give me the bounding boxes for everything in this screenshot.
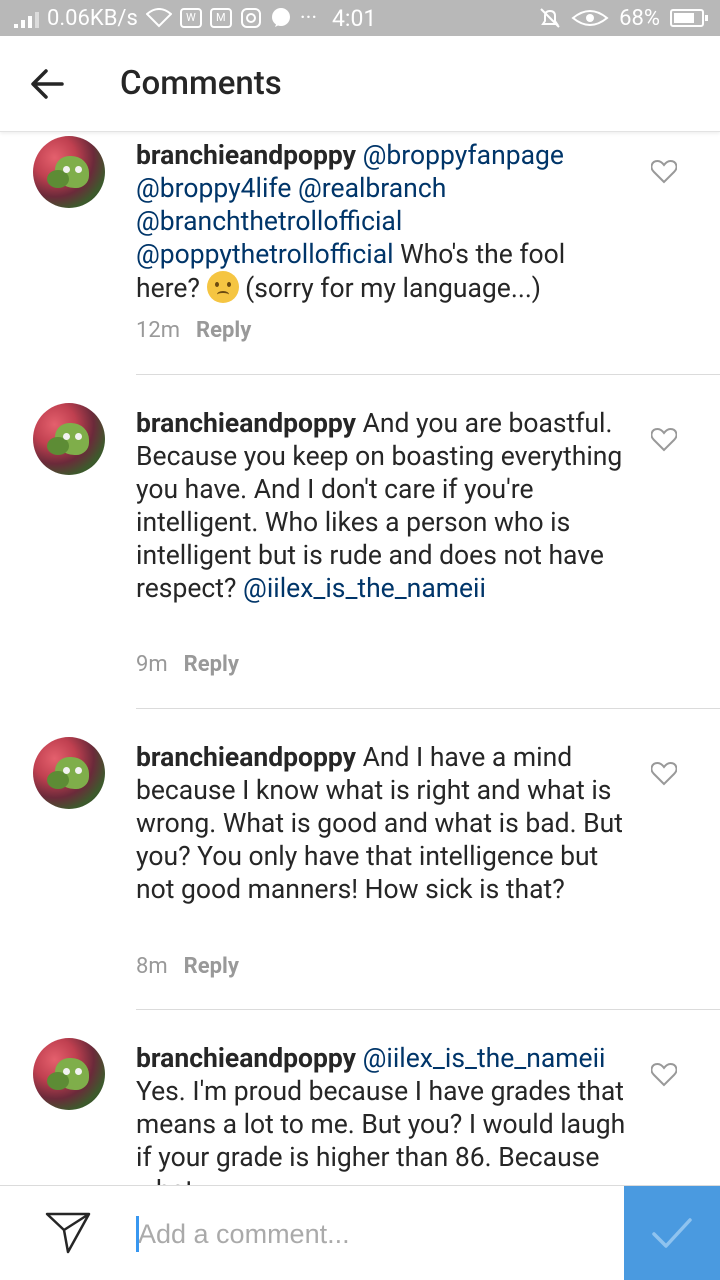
wifi-icon	[145, 8, 172, 28]
like-heart-icon[interactable]	[651, 160, 677, 184]
comment-timestamp: 12m	[136, 318, 181, 343]
comment-body-text	[356, 1043, 363, 1074]
comment-body-text	[356, 140, 363, 171]
comment-list[interactable]: branchieandpoppy @broppyfanpage @broppy4…	[0, 133, 720, 1185]
comment-text: branchieandpoppy And you are boastful. B…	[136, 407, 626, 605]
status-right: 68%	[539, 0, 708, 36]
signal-icon	[14, 8, 39, 28]
like-heart-icon[interactable]	[651, 428, 677, 452]
comment-item: branchieandpoppy @iilex_is_the_nameii Ye…	[0, 1010, 720, 1185]
mention-link[interactable]: @broppy4life	[136, 173, 291, 204]
comment-username[interactable]: branchieandpoppy	[136, 140, 356, 171]
avatar[interactable]	[33, 403, 105, 475]
comment-username[interactable]: branchieandpoppy	[136, 742, 356, 773]
page-title: Comments	[120, 64, 282, 103]
post-button[interactable]	[624, 1186, 720, 1280]
reply-button[interactable]: Reply	[196, 318, 251, 343]
like-heart-icon[interactable]	[651, 1063, 677, 1087]
reply-button[interactable]: Reply	[184, 954, 239, 979]
avatar[interactable]	[33, 737, 105, 809]
messenger-icon	[271, 8, 290, 27]
comment-username[interactable]: branchieandpoppy	[136, 1043, 356, 1074]
status-left: 0.06KB/s W M ···	[14, 0, 317, 36]
network-speed: 0.06KB/s	[47, 5, 138, 31]
battery-fill	[674, 13, 695, 23]
instagram-icon	[240, 8, 261, 28]
mail-icon: M	[209, 8, 232, 28]
mention-link[interactable]: @iilex_is_the_nameii	[243, 573, 486, 604]
checkmark-icon	[652, 1218, 692, 1248]
worried-face-emoji	[206, 271, 239, 303]
comment-body-text: Yes. I'm proud because I have grades tha…	[136, 1076, 626, 1185]
comment-input[interactable]	[136, 1208, 596, 1260]
comment-composer	[0, 1185, 720, 1280]
app-notification-icon: W	[179, 8, 202, 28]
direct-send-icon[interactable]	[44, 1210, 92, 1256]
text-caret	[136, 1216, 139, 1252]
comment-text: branchieandpoppy @iilex_is_the_nameii Ye…	[136, 1042, 626, 1185]
battery-icon	[670, 9, 708, 27]
comment-timestamp: 8m	[136, 954, 168, 979]
mention-link[interactable]: @poppythetrollofficial	[136, 239, 394, 270]
comment-item: branchieandpoppy @broppyfanpage @broppy4…	[0, 133, 720, 375]
comment-body-text: (sorry for my language...)	[238, 273, 542, 304]
comment-meta: 8m Reply	[136, 952, 239, 982]
mention-link[interactable]: @broppyfanpage	[363, 140, 564, 171]
comment-username[interactable]: branchieandpoppy	[136, 408, 356, 439]
mention-link[interactable]: @iilex_is_the_nameii	[363, 1043, 606, 1074]
eye-comfort-icon	[571, 10, 609, 26]
comment-timestamp: 9m	[136, 652, 168, 677]
comment-text: branchieandpoppy @broppyfanpage @broppy4…	[136, 139, 626, 305]
battery-percent: 68%	[619, 5, 660, 31]
mute-bell-icon	[540, 8, 560, 28]
status-bar: 0.06KB/s W M ··· 4:01 68%	[0, 0, 720, 36]
comment-meta: 12m Reply	[136, 316, 251, 346]
comment-item: branchieandpoppy And I have a mind becau…	[0, 709, 720, 1010]
mention-link[interactable]: @realbranch	[298, 173, 446, 204]
status-time: 4:01	[332, 4, 377, 32]
app-bar: Comments	[0, 36, 720, 132]
back-arrow-icon[interactable]	[24, 60, 72, 108]
comment-text: branchieandpoppy And I have a mind becau…	[136, 741, 626, 906]
mention-link[interactable]: @branchthetrollofficial	[136, 206, 402, 237]
comment-meta: 9m Reply	[136, 650, 239, 680]
more-notifications-icon: ···	[299, 5, 318, 31]
reply-button[interactable]: Reply	[184, 652, 239, 677]
avatar[interactable]	[33, 1038, 105, 1110]
avatar[interactable]	[33, 136, 105, 208]
like-heart-icon[interactable]	[651, 762, 677, 786]
comment-body-text	[291, 173, 298, 204]
comment-item: branchieandpoppy And you are boastful. B…	[0, 375, 720, 709]
